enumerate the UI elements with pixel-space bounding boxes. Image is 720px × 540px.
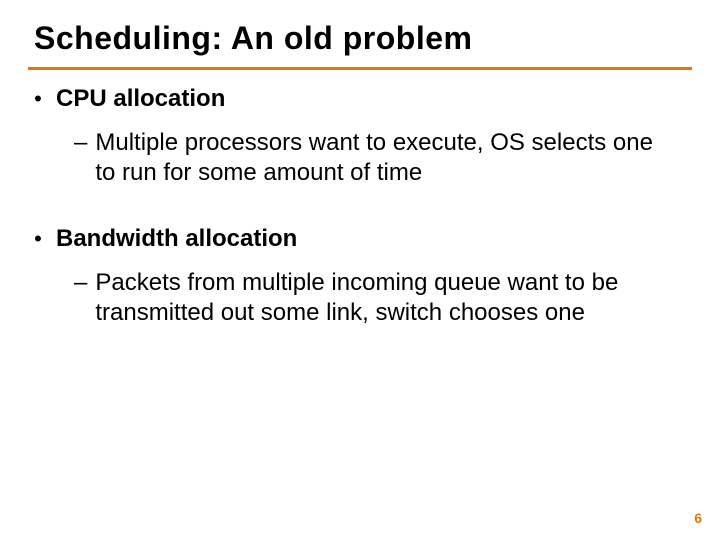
content-area: • CPU allocation – Multiple processors w… — [28, 84, 692, 328]
page-number: 6 — [694, 510, 702, 526]
bullet-dot-icon: • — [34, 224, 42, 254]
dash-icon: – — [74, 268, 87, 298]
title-divider — [28, 67, 692, 70]
bullet-item: • CPU allocation — [34, 84, 692, 114]
slide-title: Scheduling: An old problem — [28, 20, 692, 57]
slide: Scheduling: An old problem • CPU allocat… — [0, 0, 720, 540]
bullet-label: Bandwidth allocation — [56, 224, 297, 254]
bullet-dot-icon: • — [34, 84, 42, 114]
sub-bullet-item: – Multiple processors want to execute, O… — [34, 128, 692, 188]
sub-bullet-text: Multiple processors want to execute, OS … — [95, 128, 655, 188]
sub-bullet-item: – Packets from multiple incoming queue w… — [34, 268, 692, 328]
sub-bullet-text: Packets from multiple incoming queue wan… — [95, 268, 655, 328]
bullet-label: CPU allocation — [56, 84, 225, 114]
bullet-item: • Bandwidth allocation — [34, 224, 692, 254]
dash-icon: – — [74, 128, 87, 158]
